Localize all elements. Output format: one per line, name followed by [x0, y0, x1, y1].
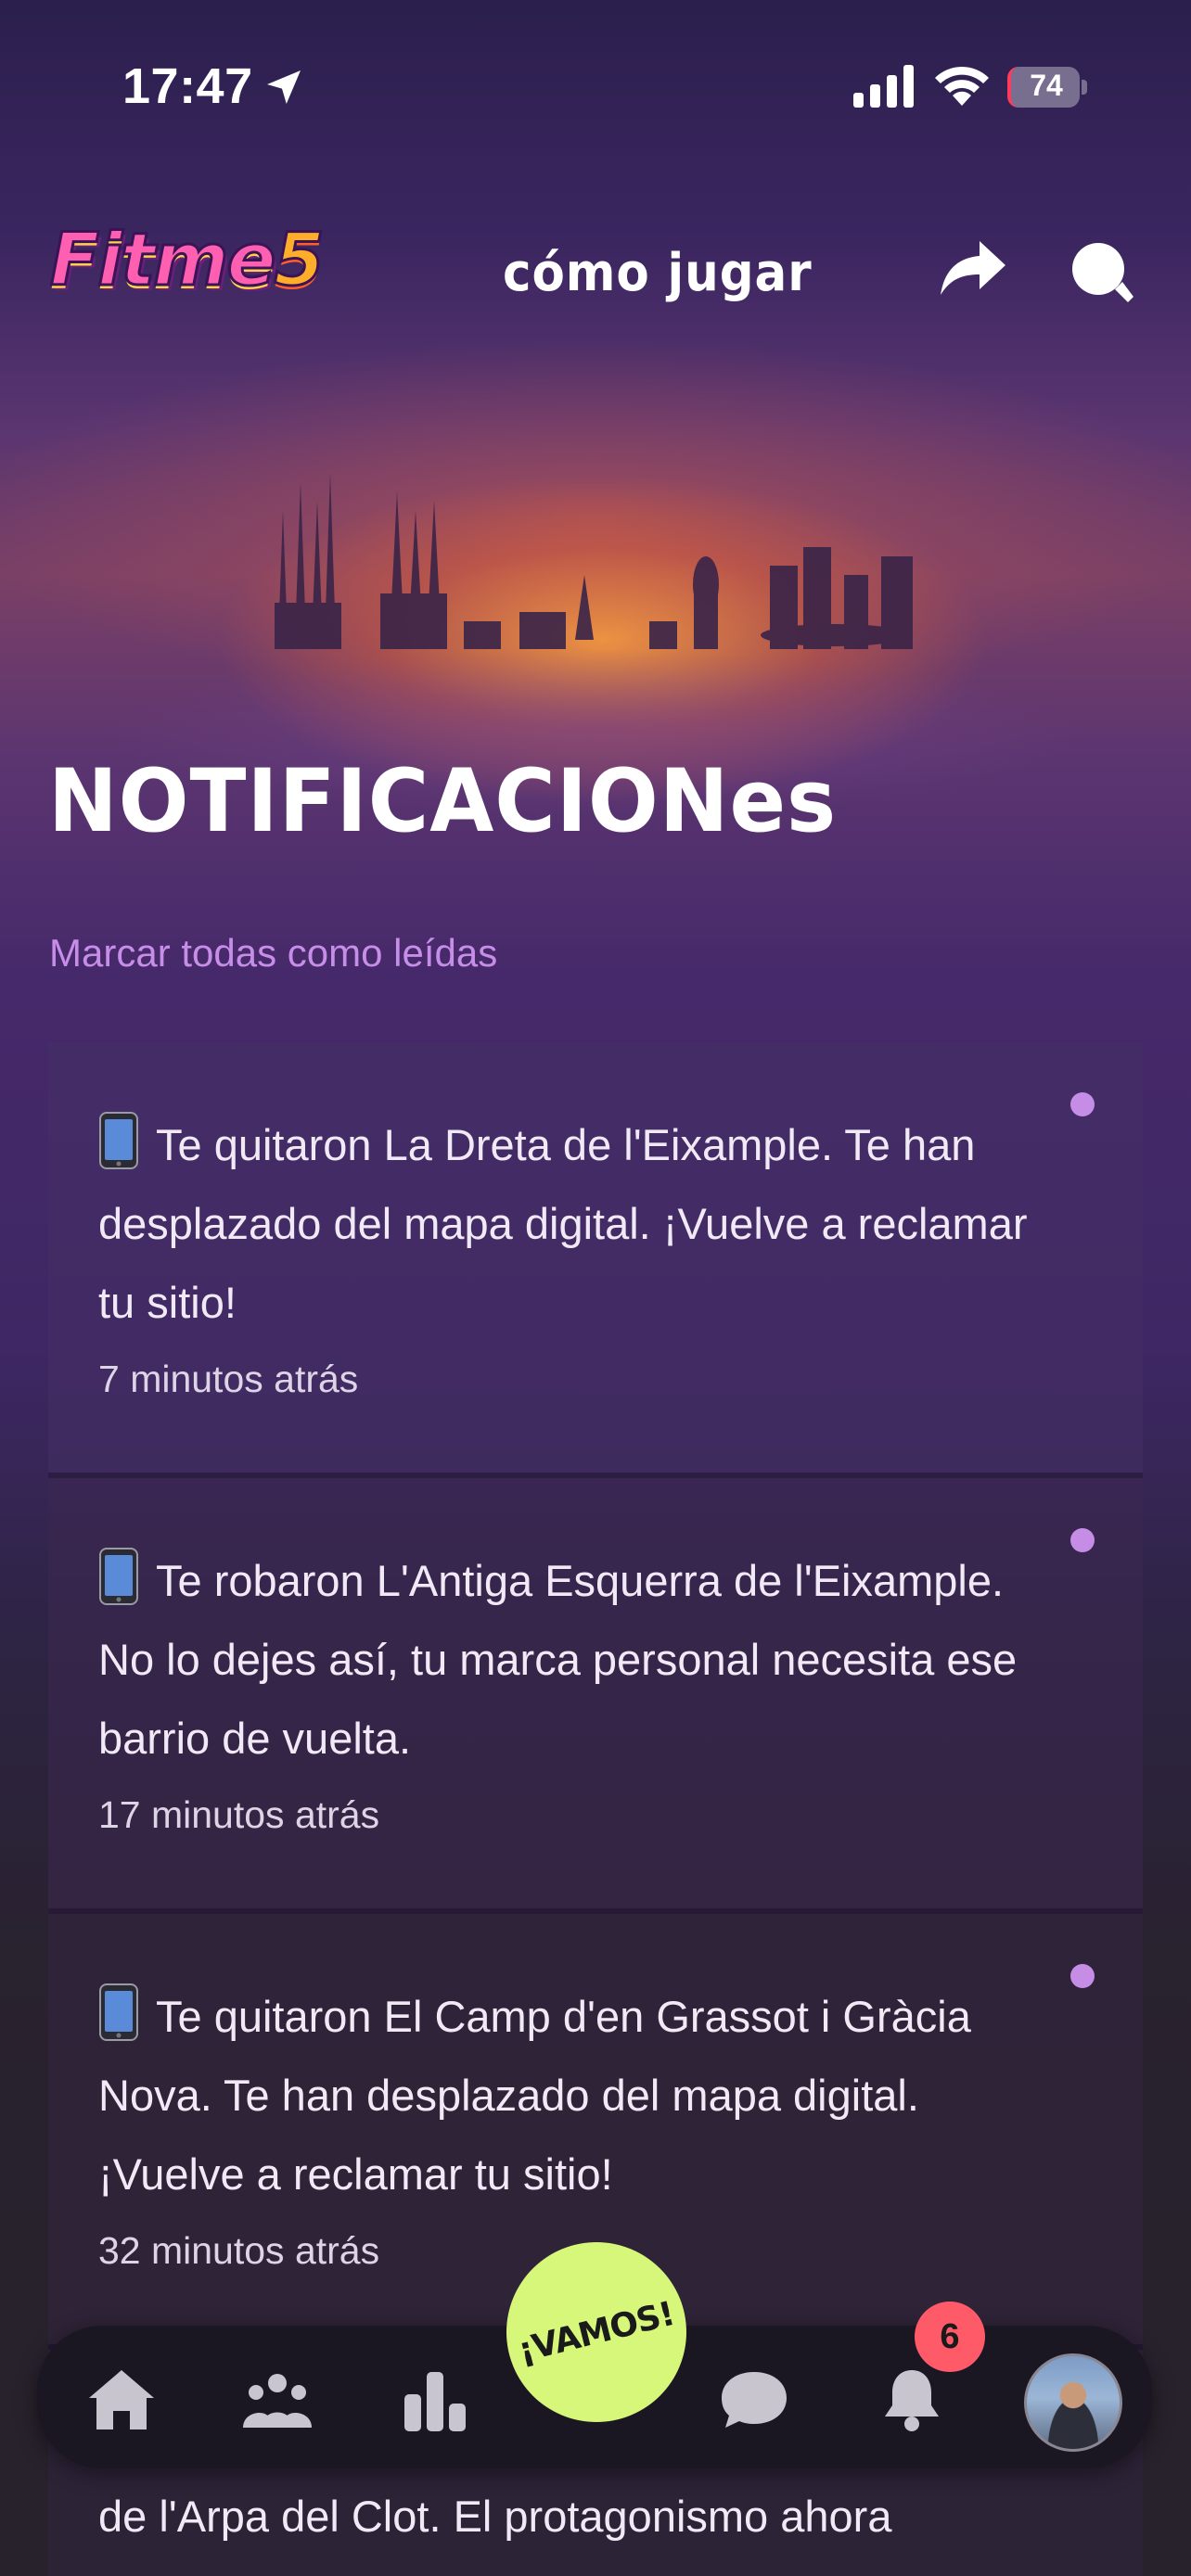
- status-time: 17:47: [122, 58, 253, 114]
- mark-all-read-link[interactable]: Marcar todas como leídas: [49, 931, 497, 976]
- notification-message: Te quitaron El Camp d'en Grassot i Gràci…: [98, 1992, 971, 2199]
- community-icon[interactable]: [241, 2366, 314, 2433]
- page-title: NOTIFICACIONes: [48, 751, 838, 852]
- mobile-phone-icon: [99, 1983, 138, 2041]
- battery-nub: [1082, 80, 1087, 95]
- mobile-phone-icon: [99, 1548, 138, 1605]
- profile-avatar[interactable]: [1024, 2353, 1122, 2452]
- notification-count-badge: 6: [915, 2302, 985, 2372]
- wifi-icon: [935, 66, 989, 106]
- share-icon[interactable]: [939, 237, 1007, 297]
- notification-card[interactable]: Te robaron L'Antiga Esquerra de l'Eixamp…: [48, 1478, 1143, 1914]
- notification-time: 7 minutos atrás: [98, 1358, 359, 1400]
- search-icon[interactable]: [1069, 239, 1135, 306]
- unread-dot: [1070, 1964, 1095, 1988]
- notification-time: 17 minutos atrás: [98, 1793, 380, 1836]
- chat-icon[interactable]: [718, 2366, 790, 2433]
- logo-number: 5: [273, 218, 326, 304]
- how-to-play-link[interactable]: cómo jugar: [503, 243, 813, 303]
- unread-dot: [1070, 1528, 1095, 1552]
- go-label: ¡VAMOS!: [514, 2294, 679, 2370]
- notification-text-partial: de l'Arpa del Clot. El protagonismo ahor…: [98, 2492, 892, 2541]
- notification-text: Te quitaron La Dreta de l'Eixample. Te h…: [98, 1105, 1063, 1342]
- notification-card[interactable]: Te quitaron La Dreta de l'Eixample. Te h…: [48, 1042, 1143, 1478]
- home-icon[interactable]: [85, 2366, 158, 2433]
- cellular-signal-icon: [853, 65, 914, 108]
- notification-text: Te quitaron El Camp d'en Grassot i Gràci…: [98, 1977, 1063, 2213]
- notification-message: Te quitaron La Dreta de l'Eixample. Te h…: [98, 1120, 1028, 1327]
- notification-message: Te robaron L'Antiga Esquerra de l'Eixamp…: [98, 1556, 1018, 1763]
- battery-level: 74: [1030, 69, 1063, 102]
- go-button[interactable]: ¡VAMOS!: [506, 2242, 686, 2422]
- notification-text: Te robaron L'Antiga Esquerra de l'Eixamp…: [98, 1541, 1063, 1778]
- location-arrow-icon: [267, 70, 301, 104]
- bell-icon[interactable]: [876, 2366, 948, 2433]
- unread-dot: [1070, 1092, 1095, 1116]
- notification-time: 32 minutos atrás: [98, 2229, 380, 2272]
- ranking-icon[interactable]: [399, 2366, 471, 2433]
- app-logo[interactable]: Fitme5: [48, 218, 326, 304]
- logo-text: Fitme: [48, 218, 276, 304]
- battery-indicator: 74: [1007, 67, 1089, 108]
- mobile-phone-icon: [99, 1112, 138, 1169]
